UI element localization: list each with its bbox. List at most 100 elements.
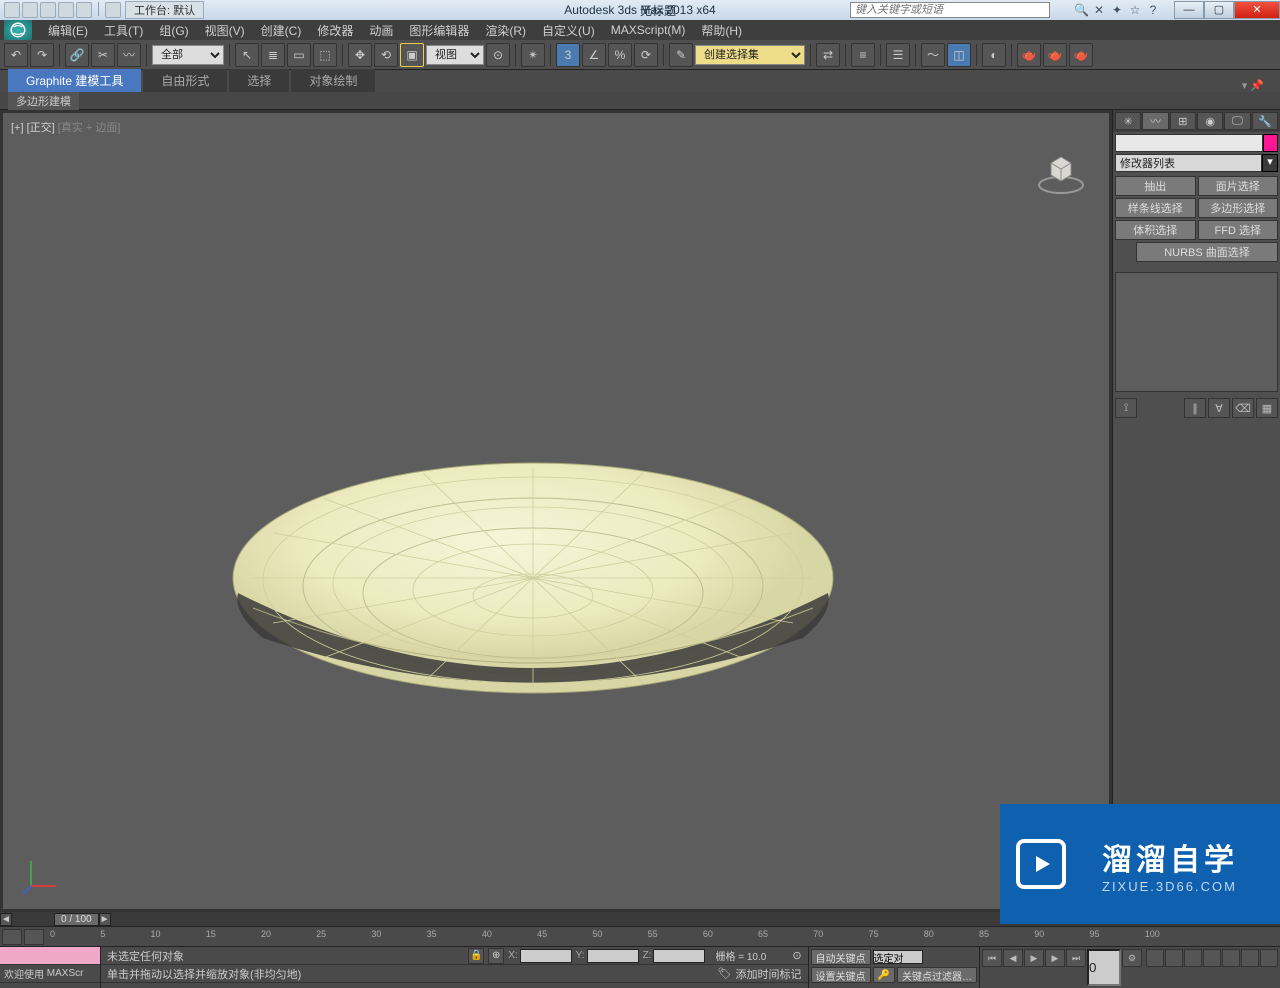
mirror-button[interactable]: ⇄ (816, 43, 840, 67)
rect-region-button[interactable]: ▭ (287, 43, 311, 67)
menu-maxscript[interactable]: MAXScript(M) (603, 23, 694, 37)
trackbar-key-icon[interactable] (24, 929, 44, 945)
curve-editor-button[interactable]: 〜 (921, 43, 945, 67)
maxscript-listener[interactable]: 欢迎使用 MAXScr (0, 947, 100, 988)
ribbon-tab-graphite[interactable]: Graphite 建模工具 (8, 69, 141, 92)
trackbar-mini-curve-icon[interactable] (2, 929, 22, 945)
select-by-name-button[interactable]: ≣ (261, 43, 285, 67)
x-input[interactable] (520, 949, 572, 963)
modify-tab-icon[interactable]: 〰 (1142, 112, 1168, 130)
object-name-input[interactable] (1115, 134, 1263, 152)
pivot-center-button[interactable]: ⊙ (486, 43, 510, 67)
key-target-dropdown[interactable] (873, 950, 923, 964)
undo-icon[interactable] (58, 2, 74, 18)
menu-grapheditors[interactable]: 图形编辑器 (401, 22, 477, 39)
workspace-selector[interactable]: 工作台: 默认 (125, 1, 204, 19)
modifier-list-dropdown[interactable]: 修改器列表 (1115, 154, 1262, 172)
ribbon-tab-freeform[interactable]: 自由形式 (143, 69, 227, 92)
menu-edit[interactable]: 编辑(E) (40, 22, 96, 39)
menu-group[interactable]: 组(G) (151, 22, 196, 39)
render-setup-button[interactable]: 🫖 (1017, 43, 1041, 67)
manipulate-button[interactable]: ✴ (521, 43, 545, 67)
render-button[interactable]: 🫖 (1069, 43, 1093, 67)
spinner-snap-button[interactable]: ⟳ (634, 43, 658, 67)
redo-button[interactable]: ↷ (30, 43, 54, 67)
project-icon[interactable] (105, 2, 121, 18)
hierarchy-tab-icon[interactable]: ⊞ (1170, 112, 1196, 130)
menu-help[interactable]: 帮助(H) (693, 22, 750, 39)
menu-customize[interactable]: 自定义(U) (534, 22, 603, 39)
link-button[interactable]: 🔗 (65, 43, 89, 67)
help-search-input[interactable] (850, 2, 1050, 18)
ref-coord-dropdown[interactable]: 视图 (426, 45, 484, 65)
make-unique-icon[interactable]: ∀ (1208, 398, 1230, 418)
menu-tools[interactable]: 工具(T) (96, 22, 151, 39)
window-crossing-button[interactable]: ⬚ (313, 43, 337, 67)
orbit-icon[interactable] (1241, 949, 1259, 967)
abs-rel-icon[interactable]: ⊕ (488, 948, 504, 964)
close-button[interactable]: ✕ (1234, 1, 1280, 19)
create-tab-icon[interactable]: ✳ (1115, 112, 1141, 130)
fov-icon[interactable] (1222, 949, 1240, 967)
select-object-button[interactable]: ↖ (235, 43, 259, 67)
lock-selection-icon[interactable]: 🔒 (468, 948, 484, 964)
remove-modifier-icon[interactable]: ⌫ (1232, 398, 1254, 418)
time-label[interactable]: 0 / 100 (54, 913, 99, 926)
selection-filter-dropdown[interactable]: 全部 (152, 45, 224, 65)
time-next-icon[interactable]: ► (99, 913, 111, 926)
save-icon[interactable] (40, 2, 56, 18)
object-color-swatch[interactable] (1263, 134, 1278, 152)
configure-sets-icon[interactable]: ▦ (1256, 398, 1278, 418)
goto-end-icon[interactable]: ⏭ (1066, 949, 1086, 967)
set-nurbs-select[interactable]: NURBS 曲面选择 (1136, 242, 1278, 262)
motion-tab-icon[interactable]: ◉ (1197, 112, 1223, 130)
pan-icon[interactable] (1146, 949, 1164, 967)
zoom-all-icon[interactable] (1184, 949, 1202, 967)
set-vol-select[interactable]: 体积选择 (1115, 220, 1196, 240)
utilities-tab-icon[interactable]: 🔧 (1252, 112, 1278, 130)
goto-start-icon[interactable]: ⏮ (982, 949, 1002, 967)
snap-toggle-button[interactable]: 3 (556, 43, 580, 67)
named-selection-dropdown[interactable]: 创建选择集 (695, 45, 805, 65)
open-icon[interactable] (22, 2, 38, 18)
help-icon[interactable]: ? (1146, 3, 1160, 17)
menu-views[interactable]: 视图(V) (197, 22, 253, 39)
modifier-list-arrow-icon[interactable]: ▾ (1262, 154, 1278, 172)
menu-animation[interactable]: 动画 (361, 22, 401, 39)
exchange-icon[interactable]: ✦ (1110, 3, 1124, 17)
menu-rendering[interactable]: 渲染(R) (477, 22, 534, 39)
edit-named-sel-button[interactable]: ✎ (669, 43, 693, 67)
ribbon-tab-paint[interactable]: 对象绘制 (291, 69, 375, 92)
zoom-icon[interactable] (1165, 949, 1183, 967)
maximize-button[interactable]: ▢ (1204, 1, 1234, 19)
track-bar[interactable]: 0510152025303540455055606570758085909510… (0, 926, 1280, 946)
app-menu-icon[interactable] (4, 20, 32, 40)
percent-snap-button[interactable]: % (608, 43, 632, 67)
material-editor-button[interactable]: ◐ (982, 43, 1006, 67)
set-ffd-select[interactable]: FFD 选择 (1198, 220, 1279, 240)
ribbon-sub-label[interactable]: 多边形建模 (8, 92, 79, 110)
listener-output[interactable] (0, 947, 100, 965)
viewport[interactable]: [+] [正交] [真实 + 边面] (0, 110, 1112, 912)
prev-frame-icon[interactable]: ◀ (1003, 949, 1023, 967)
time-tag-icon[interactable]: 🏷 (718, 967, 732, 980)
modifier-stack[interactable] (1115, 272, 1278, 392)
key-mode-icon[interactable]: 🔑 (873, 967, 895, 983)
current-frame-input[interactable] (1087, 949, 1121, 986)
schematic-view-button[interactable]: ◫ (947, 43, 971, 67)
time-prev-icon[interactable]: ◄ (0, 913, 12, 926)
set-patch-select[interactable]: 面片选择 (1198, 176, 1279, 196)
ribbon-pin-icon[interactable]: ▾ 📌 (1242, 79, 1264, 92)
layers-button[interactable]: ☰ (886, 43, 910, 67)
bind-spacewarp-button[interactable]: 〰 (117, 43, 141, 67)
pin-stack-icon[interactable]: ⟟ (1115, 398, 1137, 418)
angle-snap-button[interactable]: ∠ (582, 43, 606, 67)
maximize-viewport-icon[interactable] (1260, 949, 1278, 967)
show-end-result-icon[interactable]: ∥ (1184, 398, 1206, 418)
y-input[interactable] (587, 949, 639, 963)
minimize-button[interactable]: — (1174, 1, 1204, 19)
comm-center-icon[interactable]: ⊙ (792, 949, 801, 962)
viewcube[interactable] (1031, 143, 1091, 206)
key-filters-button[interactable]: 关键点过滤器… (897, 967, 977, 983)
menu-create[interactable]: 创建(C) (253, 22, 310, 39)
